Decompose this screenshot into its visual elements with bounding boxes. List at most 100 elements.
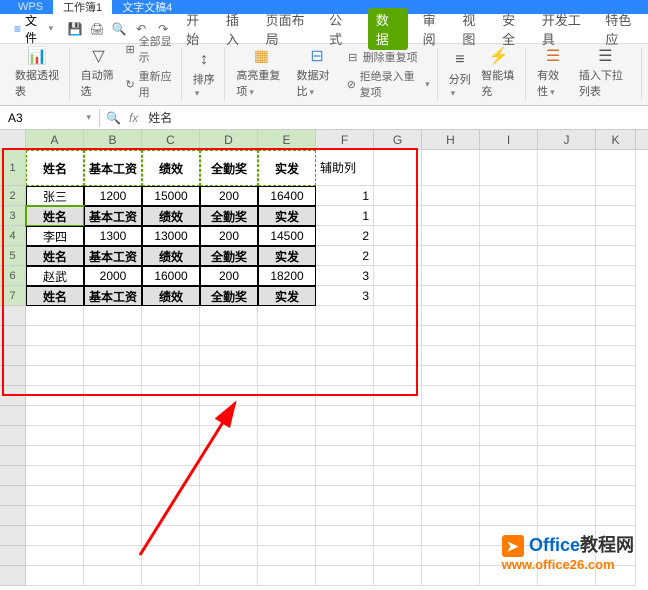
cell[interactable] (258, 566, 316, 586)
cell[interactable] (258, 366, 316, 386)
print-icon[interactable]: 🖨 (89, 21, 105, 37)
cell[interactable] (258, 306, 316, 326)
cell[interactable] (142, 326, 200, 346)
cell[interactable] (316, 486, 374, 506)
removedup-button[interactable]: ⊟删除重复项 (345, 48, 431, 66)
cell[interactable] (480, 446, 538, 466)
cell[interactable] (422, 466, 480, 486)
tab-home[interactable]: 开始 (185, 8, 211, 50)
row-header[interactable]: 7 (0, 286, 26, 306)
cell[interactable] (538, 266, 596, 286)
cell[interactable] (84, 326, 142, 346)
workbook-tab[interactable]: 工作簿1 (53, 0, 112, 15)
cell[interactable] (374, 506, 422, 526)
cell[interactable] (538, 466, 596, 486)
cell[interactable] (258, 546, 316, 566)
cell[interactable] (374, 186, 422, 206)
cell[interactable] (480, 326, 538, 346)
cell[interactable] (374, 326, 422, 346)
cell[interactable]: 基本工资 (84, 150, 142, 186)
select-all-corner[interactable] (0, 130, 26, 149)
cell[interactable] (538, 206, 596, 226)
validation-button[interactable]: ☰ 有效性▾ (534, 43, 572, 101)
row-header[interactable] (0, 566, 26, 586)
cell[interactable] (374, 546, 422, 566)
cell[interactable] (84, 306, 142, 326)
cell[interactable] (258, 446, 316, 466)
cell[interactable] (258, 486, 316, 506)
cell[interactable] (316, 326, 374, 346)
cell[interactable]: 全勤奖 (200, 150, 258, 186)
row-header[interactable] (0, 306, 26, 326)
cell[interactable] (316, 546, 374, 566)
name-box[interactable]: A3 ▾ (0, 109, 100, 127)
cell[interactable] (538, 226, 596, 246)
cell[interactable] (26, 426, 84, 446)
cell[interactable] (374, 306, 422, 326)
cell[interactable] (258, 386, 316, 406)
col-header-K[interactable]: K (596, 130, 636, 149)
cell[interactable] (480, 306, 538, 326)
cell[interactable] (480, 366, 538, 386)
cell[interactable] (538, 366, 596, 386)
filter-button[interactable]: ▽ 自动筛选 (78, 43, 120, 101)
cell[interactable] (26, 566, 84, 586)
cell[interactable] (422, 546, 480, 566)
cell[interactable] (84, 466, 142, 486)
save-icon[interactable]: 💾 (67, 21, 83, 37)
cell[interactable]: 基本工资 (84, 206, 142, 226)
col-header-H[interactable]: H (422, 130, 480, 149)
cell[interactable] (26, 366, 84, 386)
cell[interactable] (538, 326, 596, 346)
smartfill-button[interactable]: ⚡ 智能填充 (478, 43, 519, 101)
cell[interactable]: 1200 (84, 186, 142, 206)
cell[interactable] (538, 150, 596, 186)
cell[interactable] (422, 306, 480, 326)
cell[interactable] (84, 426, 142, 446)
cell[interactable]: 1300 (84, 226, 142, 246)
cell[interactable] (538, 306, 596, 326)
cell[interactable]: 2 (316, 246, 374, 266)
cell[interactable] (374, 150, 422, 186)
row-header[interactable]: 5 (0, 246, 26, 266)
cell[interactable]: 绩效 (142, 286, 200, 306)
cell[interactable] (422, 150, 480, 186)
dropdown-button[interactable]: ☰ 插入下拉列表 (576, 43, 635, 101)
cell[interactable] (142, 546, 200, 566)
cell[interactable] (596, 466, 636, 486)
row-header[interactable] (0, 426, 26, 446)
cell[interactable]: 200 (200, 226, 258, 246)
cell[interactable] (84, 526, 142, 546)
doc-tab[interactable]: 文字文稿4 (112, 0, 182, 15)
cell[interactable]: 实发 (258, 246, 316, 266)
col-header-C[interactable]: C (142, 130, 200, 149)
cell[interactable] (596, 406, 636, 426)
cell[interactable] (538, 246, 596, 266)
cell[interactable] (316, 466, 374, 486)
cell[interactable] (84, 546, 142, 566)
cell[interactable] (374, 406, 422, 426)
cell[interactable]: 赵武 (26, 266, 84, 286)
cell[interactable] (200, 566, 258, 586)
cell[interactable]: 15000 (142, 186, 200, 206)
cell[interactable] (26, 486, 84, 506)
cell[interactable]: 18200 (258, 266, 316, 286)
cell[interactable] (422, 486, 480, 506)
cell[interactable] (596, 286, 636, 306)
cell[interactable] (538, 426, 596, 446)
cell[interactable]: 全勤奖 (200, 286, 258, 306)
cell[interactable]: 16400 (258, 186, 316, 206)
cell[interactable] (316, 426, 374, 446)
cell[interactable] (316, 346, 374, 366)
row-header[interactable] (0, 526, 26, 546)
cell[interactable]: 绩效 (142, 206, 200, 226)
cell[interactable] (200, 406, 258, 426)
cell[interactable] (258, 466, 316, 486)
cell[interactable]: 全勤奖 (200, 246, 258, 266)
col-header-J[interactable]: J (538, 130, 596, 149)
cell[interactable] (374, 346, 422, 366)
cell[interactable] (596, 226, 636, 246)
cell[interactable] (200, 386, 258, 406)
cell[interactable] (480, 246, 538, 266)
cell[interactable] (374, 286, 422, 306)
